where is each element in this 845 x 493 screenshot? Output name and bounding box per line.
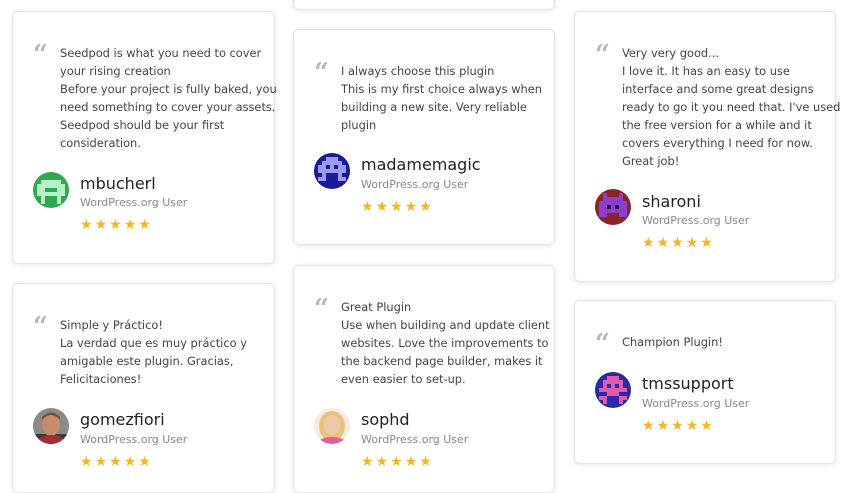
user-role: WordPress.org User <box>642 397 750 410</box>
rating-stars: ★★★★★ <box>642 417 715 433</box>
star-icon: ★ <box>375 198 391 214</box>
star-icon: ★ <box>94 216 110 232</box>
star-icon: ★ <box>80 216 95 232</box>
star-icon: ★ <box>419 453 434 469</box>
username: madamemagic <box>361 155 481 174</box>
quote-icon: “ <box>314 294 329 324</box>
user-role: WordPress.org User <box>80 433 188 446</box>
star-icon: ★ <box>390 198 405 214</box>
username: sharoni <box>642 192 701 211</box>
photo-avatar-woman <box>314 408 350 444</box>
star-icon: ★ <box>656 234 672 250</box>
quote-icon: “ <box>314 58 329 88</box>
quote-icon: “ <box>33 40 48 70</box>
testimonial-text: Seedpod is what you need to cover your r… <box>60 46 277 150</box>
quote-icon: “ <box>595 40 610 70</box>
star-icon: ★ <box>404 198 420 214</box>
star-icon: ★ <box>109 453 124 469</box>
testimonial-card: “ Great Plugin Use when building and upd… <box>293 265 555 493</box>
star-icon: ★ <box>94 453 110 469</box>
star-icon: ★ <box>80 453 95 469</box>
star-icon: ★ <box>685 234 701 250</box>
testimonial-card: “ Seedpod is what you need to cover your… <box>12 11 277 264</box>
testimonial-card: “ Very very good... I love it. It has an… <box>574 11 841 282</box>
testimonial-card: “ I always choose this plugin This is my… <box>293 29 555 245</box>
blue-pixel-invader-avatar <box>314 153 350 189</box>
star-icon: ★ <box>685 417 701 433</box>
star-icon: ★ <box>700 417 715 433</box>
star-icon: ★ <box>361 198 376 214</box>
star-icon: ★ <box>419 198 434 214</box>
photo-avatar-man <box>33 408 69 444</box>
rating-stars: ★★★★★ <box>642 234 715 250</box>
star-icon: ★ <box>138 216 153 232</box>
rating-stars: ★★★★★ <box>361 453 434 469</box>
username: tmssupport <box>642 374 734 393</box>
user-role: WordPress.org User <box>361 433 469 446</box>
pink-pixel-invader-avatar <box>595 372 631 408</box>
star-icon: ★ <box>138 453 153 469</box>
testimonial-text: I always choose this plugin This is my f… <box>341 64 542 132</box>
username: gomezfiori <box>80 410 165 429</box>
user-role: WordPress.org User <box>80 196 188 209</box>
rating-stars: ★★★★★ <box>80 216 153 232</box>
user-role: WordPress.org User <box>361 178 469 191</box>
purple-pixel-invader-avatar <box>595 189 631 225</box>
username: mbucherl <box>80 174 156 193</box>
green-pixel-invader-avatar <box>33 172 69 208</box>
quote-icon: “ <box>33 312 48 342</box>
star-icon: ★ <box>375 453 391 469</box>
testimonial-text: Champion Plugin! <box>622 335 723 349</box>
star-icon: ★ <box>642 417 657 433</box>
testimonial-card: “ Simple y Práctico! La verdad que es mu… <box>12 283 275 493</box>
testimonial-text: Very very good... I love it. It has an e… <box>622 46 841 168</box>
quote-icon: “ <box>595 329 610 359</box>
rating-stars: ★★★★★ <box>80 453 153 469</box>
star-icon: ★ <box>700 234 715 250</box>
star-icon: ★ <box>361 453 376 469</box>
star-icon: ★ <box>123 453 139 469</box>
testimonial-text: Simple y Práctico! La verdad que es muy … <box>60 318 247 386</box>
star-icon: ★ <box>656 417 672 433</box>
rating-stars: ★★★★★ <box>361 198 434 214</box>
star-icon: ★ <box>390 453 405 469</box>
star-icon: ★ <box>123 216 139 232</box>
testimonial-card-partial <box>293 0 555 10</box>
star-icon: ★ <box>109 216 124 232</box>
testimonial-text: Great Plugin Use when building and updat… <box>341 300 550 386</box>
username: sophd <box>361 410 410 429</box>
testimonial-card: “ Champion Plugin! tmssupport WordPress.… <box>574 300 836 464</box>
star-icon: ★ <box>642 234 657 250</box>
star-icon: ★ <box>671 417 686 433</box>
star-icon: ★ <box>671 234 686 250</box>
star-icon: ★ <box>404 453 420 469</box>
user-role: WordPress.org User <box>642 214 750 227</box>
